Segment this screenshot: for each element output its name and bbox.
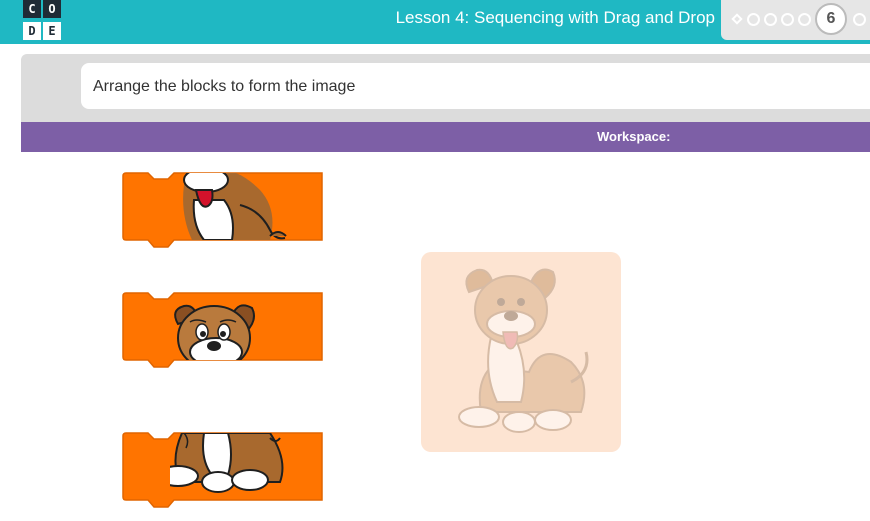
progress-dot-4[interactable] bbox=[798, 13, 811, 26]
target-image bbox=[421, 252, 621, 452]
current-puzzle-badge[interactable]: 6 bbox=[815, 3, 847, 35]
block-puppy-bottom[interactable] bbox=[120, 430, 324, 510]
logo-letter-e: E bbox=[43, 22, 61, 40]
logo-letter-o: O bbox=[43, 0, 61, 18]
logo-letter-c: C bbox=[23, 0, 41, 18]
progress-dot-3[interactable] bbox=[781, 13, 794, 26]
instructions-text: Arrange the blocks to form the image bbox=[93, 78, 356, 95]
puzzle-progress: 6 bbox=[721, 0, 870, 40]
instructions-box: Arrange the blocks to form the image bbox=[81, 63, 870, 109]
app-root: C O D E Lesson 4: Sequencing with Drag a… bbox=[0, 0, 870, 521]
block-puppy-top[interactable] bbox=[120, 290, 324, 370]
progress-dot-next[interactable] bbox=[853, 13, 866, 26]
workspace-label: Workspace: bbox=[597, 129, 671, 144]
logo-letter-d: D bbox=[23, 22, 41, 40]
block-puppy-middle[interactable] bbox=[120, 170, 324, 250]
workspace-header: Workspace: bbox=[21, 122, 870, 152]
header-bar: C O D E Lesson 4: Sequencing with Drag a… bbox=[0, 0, 870, 44]
progress-dot-1[interactable] bbox=[747, 13, 760, 26]
progress-dot-2[interactable] bbox=[764, 13, 777, 26]
lesson-title: Lesson 4: Sequencing with Drag and Drop bbox=[395, 8, 715, 27]
code-logo[interactable]: C O D E bbox=[0, 0, 66, 44]
progress-diamond-icon[interactable] bbox=[731, 13, 743, 25]
